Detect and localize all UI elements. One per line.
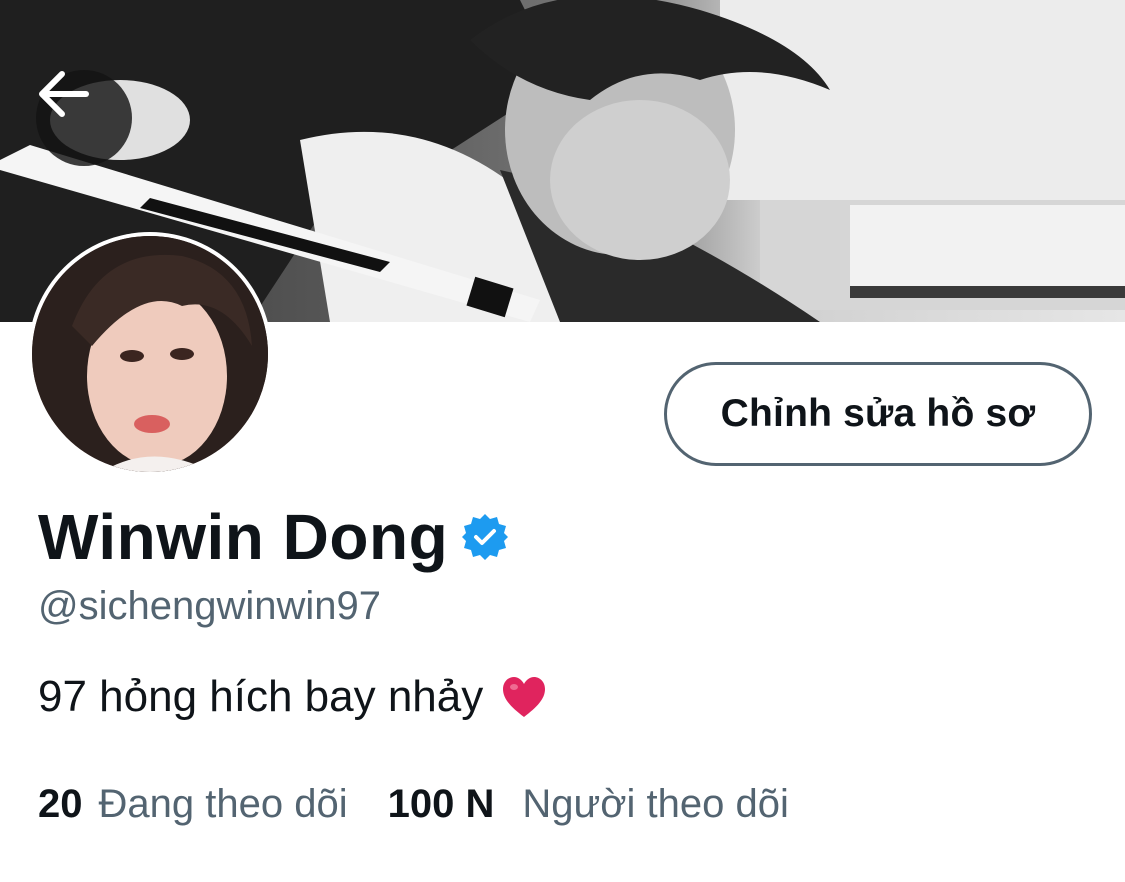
edit-profile-button[interactable]: Chỉnh sửa hồ sơ	[664, 362, 1092, 466]
profile-bio: 97 hỏng hích bay nhảy	[38, 672, 547, 722]
heart-icon	[501, 675, 547, 719]
avatar[interactable]	[28, 232, 272, 476]
profile-page: Chỉnh sửa hồ sơ Winwin Dong @sichengwinw…	[0, 0, 1125, 882]
followers-stat[interactable]: 100 N Người theo dõi	[388, 782, 789, 827]
display-name: Winwin Dong	[38, 501, 449, 573]
display-name-row: Winwin Dong	[38, 500, 510, 574]
verified-badge-icon	[460, 512, 510, 562]
bio-text: 97 hỏng hích bay nhảy	[38, 672, 484, 721]
following-count: 20	[38, 782, 83, 826]
followers-count: 100 N	[387, 782, 495, 826]
following-label: Đang theo dõi	[98, 782, 348, 826]
profile-stats: 20 Đang theo dõi 100 N Người theo dõi	[38, 782, 789, 827]
following-stat[interactable]: 20 Đang theo dõi	[38, 782, 348, 827]
profile-handle: @sichengwinwin97	[38, 584, 382, 628]
back-button[interactable]	[36, 70, 132, 166]
followers-label: Người theo dõi	[522, 782, 789, 826]
avatar-photo	[32, 236, 268, 472]
